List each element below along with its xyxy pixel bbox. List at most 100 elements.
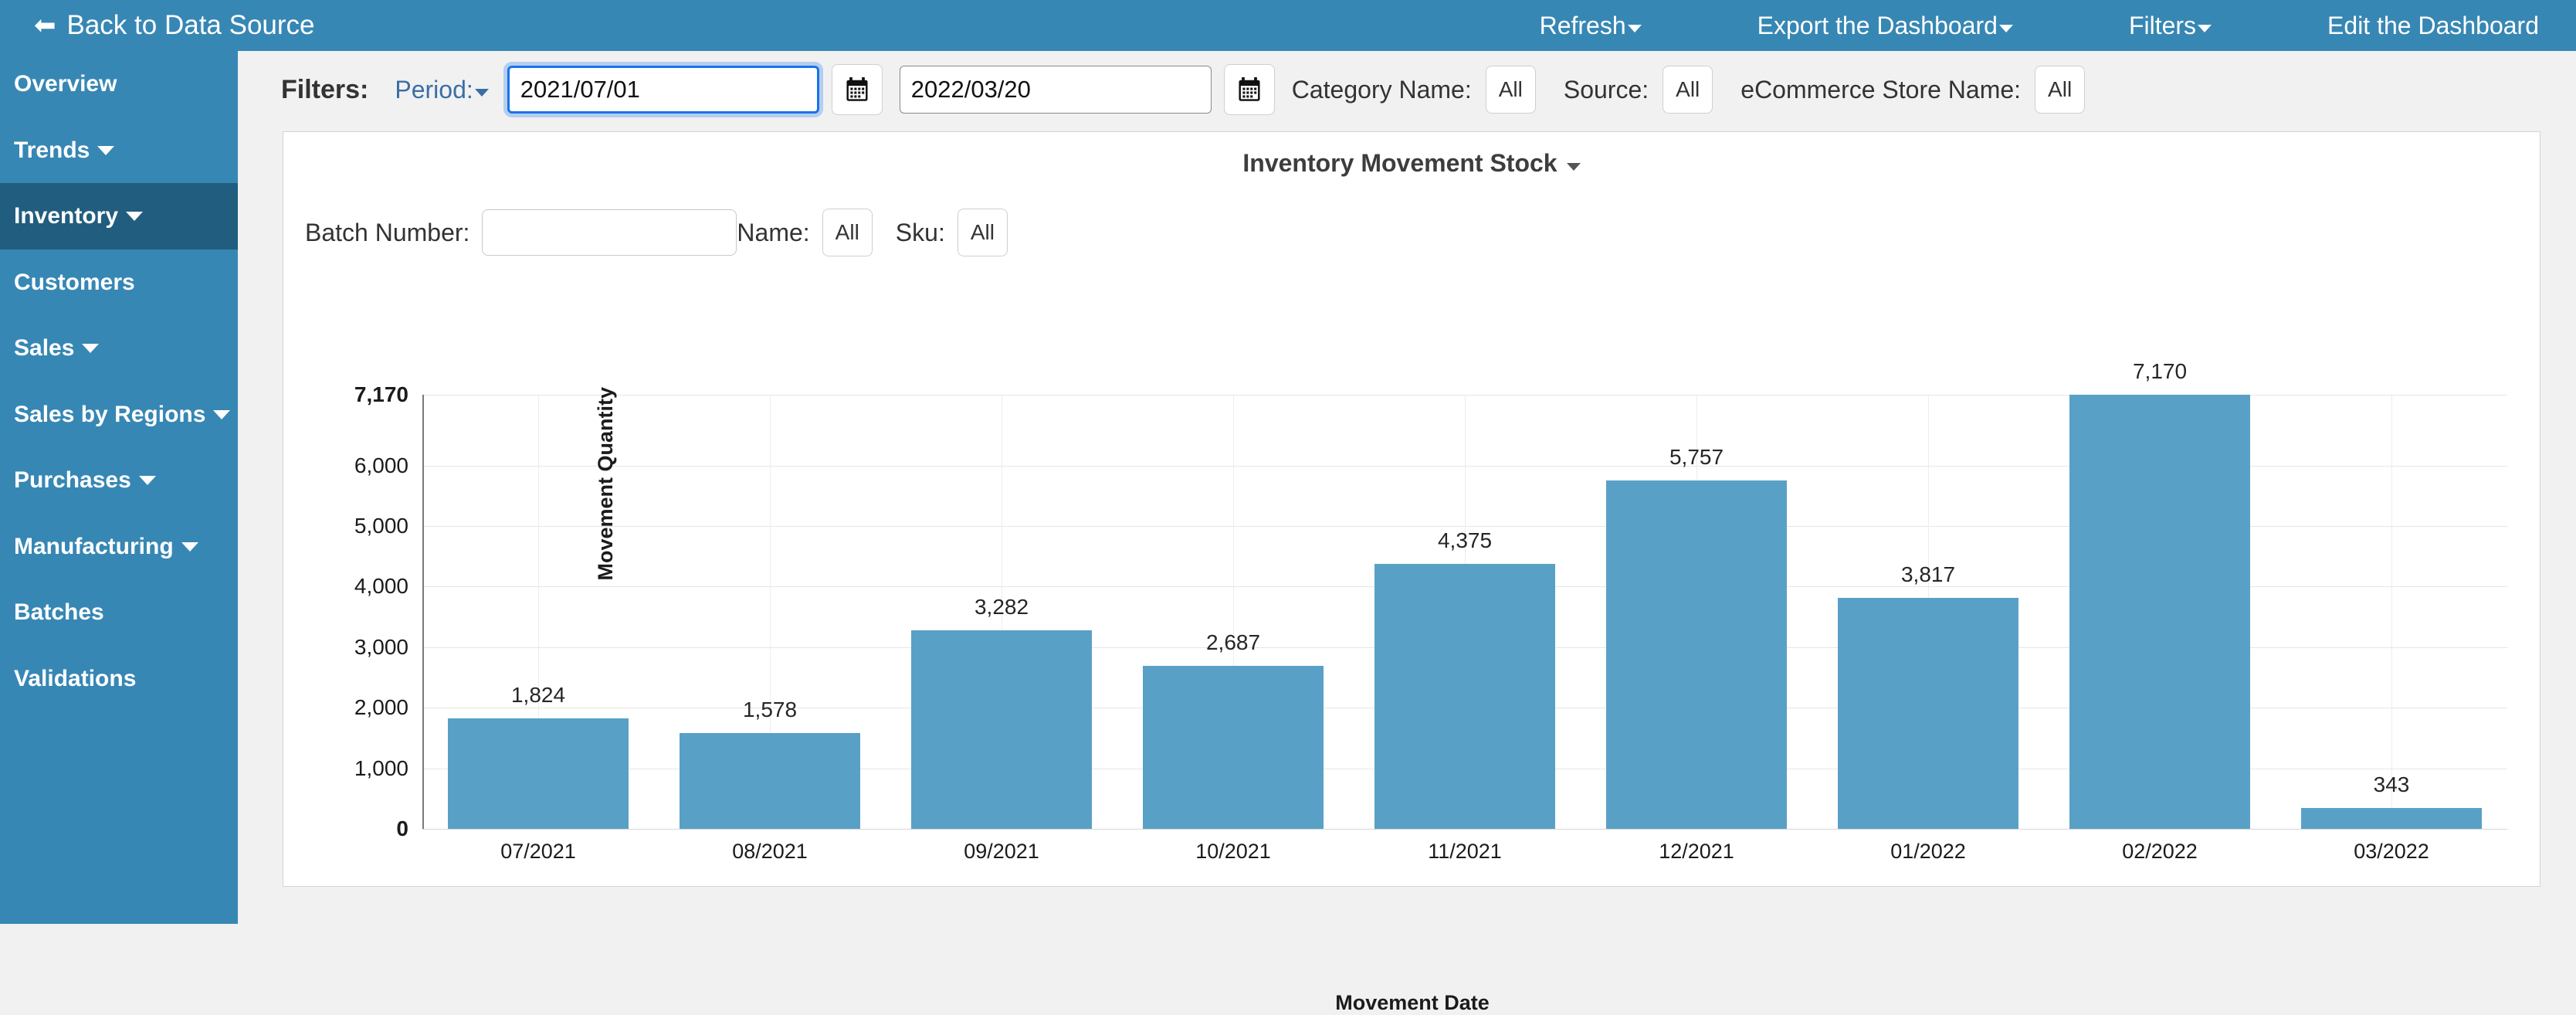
x-axis-line xyxy=(422,829,2507,830)
x-axis-tick: 02/2022 xyxy=(2122,840,2198,863)
source-label: Source: xyxy=(1563,75,1649,104)
sidebar-item-label: Batches xyxy=(14,599,104,625)
sidebar-item-label: Trends xyxy=(14,137,90,163)
y-axis-tick: 4,000 xyxy=(354,574,408,599)
bar[interactable] xyxy=(2069,395,2250,829)
bar-value-label: 2,687 xyxy=(1205,630,1261,655)
y-axis-tick: 3,000 xyxy=(354,634,408,659)
nav-edit-dashboard-button[interactable]: Edit the Dashboard xyxy=(2327,12,2539,40)
bar[interactable] xyxy=(1838,597,2018,829)
nav-filters-button[interactable]: Filters xyxy=(2129,12,2212,40)
chevron-down-icon xyxy=(97,145,115,155)
y-axis-tick: 7,170 xyxy=(354,382,408,406)
y-axis-line xyxy=(422,395,424,829)
sidebar-item-overview[interactable]: Overview xyxy=(0,51,238,117)
x-axis-label: Movement Date xyxy=(1335,991,1490,1014)
bar[interactable] xyxy=(680,733,860,829)
sidebar-item-trends[interactable]: Trends xyxy=(0,117,238,184)
x-axis-tick: 01/2022 xyxy=(1890,840,1966,863)
bar-value-label: 4,375 xyxy=(1437,528,1493,553)
bar[interactable] xyxy=(1374,564,1555,829)
name-label: Name: xyxy=(737,218,810,246)
date-to-input[interactable] xyxy=(899,66,1212,114)
chevron-down-icon xyxy=(1627,25,1642,33)
calendar-icon xyxy=(846,77,868,101)
bar-value-label: 3,282 xyxy=(974,594,1029,619)
batch-number-label: Batch Number: xyxy=(305,218,470,246)
date-from-input[interactable] xyxy=(507,66,819,114)
bar[interactable] xyxy=(911,630,1092,829)
bar-value-label: 1,578 xyxy=(742,698,798,722)
sidebar-item-batches[interactable]: Batches xyxy=(0,579,238,646)
category-name-select[interactable]: All xyxy=(1485,66,1536,114)
bar[interactable] xyxy=(2301,808,2482,829)
bar-value-label: 5,757 xyxy=(1669,444,1724,469)
batch-number-input[interactable] xyxy=(482,209,737,256)
sidebar-item-label: Sales xyxy=(14,335,75,361)
sidebar-item-label: Customers xyxy=(14,269,135,295)
gridline xyxy=(2391,395,2392,829)
date-from-calendar-button[interactable] xyxy=(831,64,883,115)
filters-label: Filters: xyxy=(281,74,369,104)
sidebar-item-sales[interactable]: Sales xyxy=(0,315,238,382)
x-axis-tick: 10/2021 xyxy=(1195,840,1271,863)
bar[interactable] xyxy=(448,718,629,829)
bar-chart: 0 1,000 2,000 3,000 4,000 5,000 6,000 7,170 1,82… xyxy=(283,359,2541,888)
top-bar: ⬅ Back to Data Source Refresh Export the… xyxy=(0,0,2576,51)
y-axis-tick: 5,000 xyxy=(354,514,408,538)
calendar-icon xyxy=(1239,77,1260,101)
x-axis-tick: 07/2021 xyxy=(500,840,576,863)
sidebar-item-sales-by-regions[interactable]: Sales by Regions xyxy=(0,382,238,448)
sidebar-item-inventory[interactable]: Inventory xyxy=(0,183,238,250)
sku-label: Sku: xyxy=(895,218,945,246)
nav-export-dashboard-button[interactable]: Export the Dashboard xyxy=(1757,12,2013,40)
ecommerce-store-name-select[interactable]: All xyxy=(2035,66,2086,114)
sidebar-item-validations[interactable]: Validations xyxy=(0,646,238,712)
y-axis-tick: 6,000 xyxy=(354,453,408,477)
back-to-data-source-label: Back to Data Source xyxy=(66,10,315,40)
sidebar-item-label: Sales by Regions xyxy=(14,401,206,427)
y-axis-tick: 0 xyxy=(396,816,408,840)
chevron-down-icon xyxy=(474,89,489,97)
sidebar: Overview Trends Inventory Customers Sales Sal… xyxy=(0,51,238,924)
bar-value-label: 7,170 xyxy=(2132,359,2188,383)
source-select[interactable]: All xyxy=(1663,66,1713,114)
chart-title[interactable]: Inventory Movement Stock xyxy=(283,132,2540,178)
bar-value-label: 1,824 xyxy=(510,683,566,708)
y-axis-label: Movement Quantity xyxy=(594,387,617,581)
bar[interactable] xyxy=(1606,480,1787,829)
chart-subfilters: Batch Number: Name: All Sku: All xyxy=(283,209,2540,256)
chart-card: Inventory Movement Stock Batch Number: N… xyxy=(283,131,2541,1014)
x-axis-tick: 09/2021 xyxy=(964,840,1039,863)
top-navigation: Refresh Export the Dashboard Filters Edi… xyxy=(1540,12,2576,40)
sidebar-item-purchases[interactable]: Purchases xyxy=(0,447,238,514)
date-to-calendar-button[interactable] xyxy=(1223,64,1275,115)
chevron-down-icon xyxy=(181,541,198,552)
chevron-down-icon xyxy=(2198,25,2212,33)
sku-select[interactable]: All xyxy=(957,209,1008,256)
name-select[interactable]: All xyxy=(822,209,873,256)
x-axis-tick: 12/2021 xyxy=(1659,840,1734,863)
arrow-left-icon: ⬅ xyxy=(34,11,56,40)
sidebar-item-label: Overview xyxy=(14,71,117,97)
y-axis-tick: 1,000 xyxy=(354,755,408,780)
back-to-data-source-link[interactable]: ⬅ Back to Data Source xyxy=(34,10,315,41)
chevron-down-icon xyxy=(82,344,100,353)
chevron-down-icon xyxy=(1566,162,1581,171)
bar-value-label: 343 xyxy=(2373,772,2410,797)
sidebar-item-customers[interactable]: Customers xyxy=(0,250,238,316)
bar[interactable] xyxy=(1143,666,1324,829)
chevron-down-icon xyxy=(213,409,231,419)
sidebar-item-label: Validations xyxy=(14,665,137,691)
period-dropdown[interactable]: Period: xyxy=(395,76,489,104)
x-axis-tick: 03/2022 xyxy=(2354,840,2429,863)
chevron-down-icon xyxy=(138,476,156,485)
filters-bar: Filters: Period: Category Name: All Sour… xyxy=(238,51,2576,128)
nav-refresh-button[interactable]: Refresh xyxy=(1540,12,1642,40)
category-name-label: Category Name: xyxy=(1291,75,1472,104)
sidebar-item-label: Inventory xyxy=(14,203,119,229)
chevron-down-icon xyxy=(126,212,144,221)
ecommerce-store-name-label: eCommerce Store Name: xyxy=(1740,75,2022,104)
sidebar-item-label: Manufacturing xyxy=(14,533,174,559)
sidebar-item-manufacturing[interactable]: Manufacturing xyxy=(0,514,238,580)
